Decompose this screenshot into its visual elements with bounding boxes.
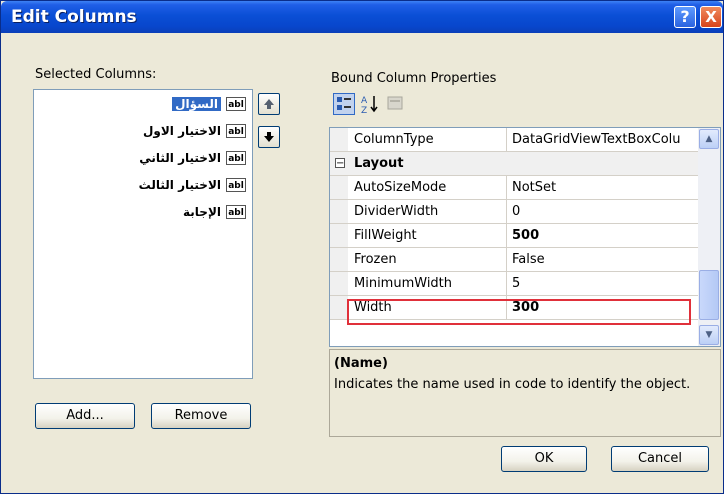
scroll-up-icon[interactable]: ▲ xyxy=(699,129,719,149)
row-gutter xyxy=(330,272,348,295)
arrow-down-icon xyxy=(264,132,274,142)
svg-text:A: A xyxy=(361,96,368,106)
list-item-label: السؤال xyxy=(172,97,221,111)
collapse-toggle-icon[interactable]: − xyxy=(335,158,345,169)
property-name: AutoSizeMode xyxy=(354,180,447,195)
property-pages-icon xyxy=(387,96,403,110)
column-separator xyxy=(506,248,507,271)
textbox-column-icon: abl xyxy=(226,205,246,219)
property-row[interactable]: MinimumWidth 5 xyxy=(330,272,698,296)
selected-columns-list[interactable]: السؤال abl الاختيار الاول abl الاختيار ا… xyxy=(33,89,253,379)
vertical-scrollbar[interactable]: ▲ ▼ xyxy=(698,128,720,346)
list-item-label: الاختيار الاول xyxy=(142,124,221,138)
row-gutter xyxy=(330,248,348,271)
property-value[interactable]: NotSet xyxy=(512,180,556,195)
description-title: (Name) xyxy=(334,356,388,371)
help-button[interactable]: ? xyxy=(674,6,696,28)
textbox-column-icon: abl xyxy=(226,124,246,138)
property-value[interactable]: False xyxy=(512,252,545,267)
list-item-label: الاختيار الثاني xyxy=(139,151,221,165)
category-row-layout[interactable]: − Layout xyxy=(330,152,698,176)
column-separator xyxy=(506,224,507,247)
row-gutter xyxy=(330,200,348,223)
categorized-icon xyxy=(337,97,351,110)
close-button[interactable]: X xyxy=(700,6,722,28)
property-value[interactable]: 0 xyxy=(512,204,520,219)
property-name: MinimumWidth xyxy=(354,276,453,291)
title-bar: Edit Columns ? X xyxy=(1,1,723,33)
property-value[interactable]: 5 xyxy=(512,276,520,291)
property-name: FillWeight xyxy=(354,228,417,243)
list-item[interactable]: الإجابة abl xyxy=(183,202,246,222)
column-separator xyxy=(506,176,507,199)
arrow-up-icon xyxy=(264,99,274,109)
property-row[interactable]: ColumnType DataGridViewTextBoxColu xyxy=(330,128,698,152)
textbox-column-icon: abl xyxy=(226,178,246,192)
property-name: Frozen xyxy=(354,252,397,267)
property-row[interactable]: DividerWidth 0 xyxy=(330,200,698,224)
ok-button[interactable]: OK xyxy=(501,446,587,472)
column-separator xyxy=(506,128,507,151)
property-row[interactable]: AutoSizeMode NotSet xyxy=(330,176,698,200)
window-title: Edit Columns xyxy=(11,7,137,27)
list-item[interactable]: الاختيار الثاني abl xyxy=(139,148,246,168)
property-name: ColumnType xyxy=(354,132,434,147)
move-down-button[interactable] xyxy=(258,126,280,148)
column-separator xyxy=(506,272,507,295)
selected-columns-label: Selected Columns: xyxy=(35,67,157,82)
row-gutter xyxy=(330,176,348,199)
textbox-column-icon: abl xyxy=(226,97,246,111)
remove-button[interactable]: Remove xyxy=(151,403,251,429)
property-value[interactable]: DataGridViewTextBoxColu xyxy=(512,132,681,147)
bound-column-properties-label: Bound Column Properties xyxy=(331,71,497,86)
add-button[interactable]: Add... xyxy=(35,403,135,429)
property-value[interactable]: 500 xyxy=(512,228,539,243)
category-name: Layout xyxy=(354,156,404,171)
description-text: Indicates the name used in code to ident… xyxy=(334,377,691,392)
property-description-panel: (Name) Indicates the name used in code t… xyxy=(329,349,721,437)
alphabetical-button[interactable]: A Z xyxy=(359,93,381,116)
list-item[interactable]: السؤال abl xyxy=(172,94,246,114)
row-gutter xyxy=(330,296,348,319)
edit-columns-dialog: Edit Columns ? X Selected Columns: السؤا… xyxy=(0,0,724,494)
row-gutter xyxy=(330,128,348,151)
width-row-highlight xyxy=(347,299,691,325)
cancel-button[interactable]: Cancel xyxy=(611,446,709,472)
list-item-label: الاختيار الثالث xyxy=(138,178,221,192)
property-name: DividerWidth xyxy=(354,204,439,219)
scroll-down-icon[interactable]: ▼ xyxy=(699,325,719,345)
list-item[interactable]: الاختيار الثالث abl xyxy=(139,175,246,195)
svg-text:Z: Z xyxy=(361,106,367,115)
property-row[interactable]: Frozen False xyxy=(330,248,698,272)
row-gutter xyxy=(330,224,348,247)
property-pages-button xyxy=(385,93,407,115)
column-separator xyxy=(506,200,507,223)
list-item[interactable]: الاختيار الاول abl xyxy=(143,121,246,141)
property-row[interactable]: FillWeight 500 xyxy=(330,224,698,248)
scroll-thumb[interactable] xyxy=(699,270,719,320)
list-item-label: الإجابة xyxy=(183,205,221,219)
categorized-button[interactable] xyxy=(333,93,355,115)
textbox-column-icon: abl xyxy=(226,151,246,165)
sort-az-icon: A Z xyxy=(361,96,378,116)
move-up-button[interactable] xyxy=(258,93,280,115)
